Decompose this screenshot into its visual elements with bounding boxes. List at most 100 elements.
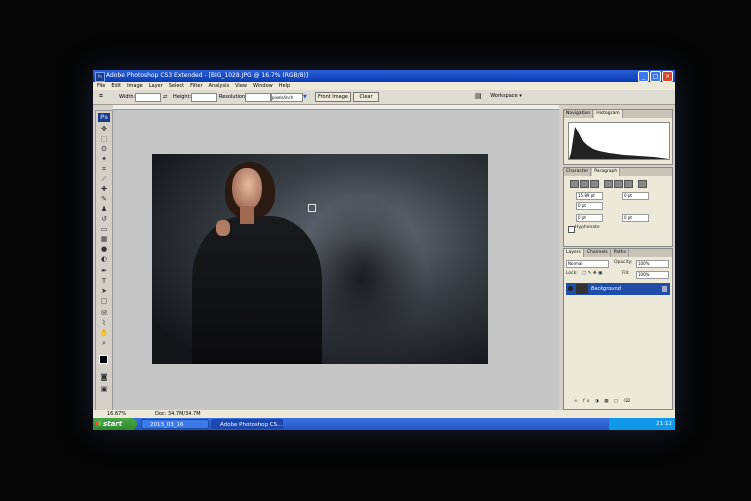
space-after-field[interactable]: 0 pt bbox=[622, 214, 649, 222]
menu-select[interactable]: Select bbox=[169, 82, 184, 90]
chevron-down-icon[interactable]: ▼ bbox=[303, 94, 307, 100]
front-image-button[interactable]: Front Image bbox=[315, 92, 351, 102]
lock-label: Lock: bbox=[566, 271, 578, 276]
menu-file[interactable]: File bbox=[97, 82, 105, 90]
histogram-chart bbox=[568, 122, 670, 160]
crosshair-cursor-icon bbox=[308, 204, 316, 212]
align-left-icon[interactable] bbox=[570, 180, 579, 188]
eye-icon[interactable] bbox=[568, 286, 573, 291]
pen-icon[interactable]: ✒ bbox=[99, 267, 109, 276]
lasso-icon[interactable]: ʘ bbox=[99, 145, 109, 154]
resolution-input[interactable] bbox=[245, 93, 271, 102]
height-input[interactable] bbox=[191, 93, 217, 102]
first-line-indent-field[interactable]: 0 pt bbox=[576, 202, 603, 210]
top-ruler bbox=[113, 105, 559, 110]
zoom-icon[interactable]: ⌕ bbox=[99, 339, 109, 348]
justify-left-icon[interactable] bbox=[604, 180, 613, 188]
justify-all-icon[interactable] bbox=[638, 180, 647, 188]
maximize-button[interactable]: □ bbox=[650, 71, 661, 82]
photo-figure-neck bbox=[240, 206, 254, 224]
document-image[interactable] bbox=[152, 154, 488, 364]
crop-tool-icon[interactable]: ⌗ bbox=[99, 92, 103, 101]
menu-window[interactable]: Window bbox=[253, 82, 273, 90]
workspace-button[interactable]: Workspace ▾ bbox=[489, 92, 523, 100]
photo-figure-face bbox=[232, 168, 262, 210]
lock-icons[interactable]: ▢ ✎ ✥ ▣ bbox=[582, 271, 602, 276]
quick-mask-icon[interactable]: ◙ bbox=[99, 373, 109, 382]
menu-layer[interactable]: Layer bbox=[149, 82, 163, 90]
opacity-label: Opacity: bbox=[614, 260, 633, 265]
healing-icon[interactable]: ✚ bbox=[99, 185, 109, 194]
tab-histogram[interactable]: Histogram bbox=[594, 110, 623, 118]
window-title: Adobe Photoshop CS3 Extended - [BIG_1028… bbox=[106, 72, 309, 79]
stamp-icon[interactable]: ♟ bbox=[99, 205, 109, 214]
menu-analysis[interactable]: Analysis bbox=[209, 82, 230, 90]
swap-icon[interactable]: ⇄ bbox=[163, 94, 167, 100]
eraser-icon[interactable]: ▭ bbox=[99, 225, 109, 234]
slice-icon[interactable]: ⟋ bbox=[99, 175, 109, 184]
menu-image[interactable]: Image bbox=[127, 82, 143, 90]
layer-row[interactable]: Background bbox=[566, 283, 670, 295]
move-icon[interactable]: ✥ bbox=[99, 125, 109, 134]
menu-help[interactable]: Help bbox=[279, 82, 290, 90]
gradient-icon[interactable]: ▦ bbox=[99, 235, 109, 244]
photo-figure-body bbox=[192, 216, 322, 364]
path-select-icon[interactable]: ➤ bbox=[99, 287, 109, 296]
type-icon[interactable]: T bbox=[99, 277, 109, 286]
histogram-panel: Navigation Histogram bbox=[563, 109, 673, 165]
notes-icon[interactable]: ✉ bbox=[99, 309, 109, 318]
taskbar-item-folder[interactable]: 2013_03_16 bbox=[141, 419, 209, 429]
menu-filter[interactable]: Filter bbox=[190, 82, 202, 90]
blend-mode-select[interactable]: Normal bbox=[566, 260, 609, 268]
start-button[interactable]: start bbox=[93, 418, 137, 430]
minimize-button[interactable]: _ bbox=[638, 71, 649, 82]
magic-wand-icon[interactable]: ✦ bbox=[99, 155, 109, 164]
menu-bar: File Edit Image Layer Select Filter Anal… bbox=[93, 82, 675, 90]
status-bar: 16.67% Doc: 34.7M/34.7M bbox=[93, 410, 675, 418]
dodge-icon[interactable]: ◐ bbox=[99, 255, 109, 264]
history-brush-icon[interactable]: ↺ bbox=[99, 215, 109, 224]
hyphenate-checkbox[interactable] bbox=[568, 226, 575, 233]
brush-icon[interactable]: ✎ bbox=[99, 195, 109, 204]
clock[interactable]: 21:12 bbox=[656, 421, 672, 427]
palette-well-icon[interactable]: ▤ bbox=[475, 92, 482, 100]
paragraph-panel: Character Paragraph 15.89 pt 0 pt 0 pt 0… bbox=[563, 167, 673, 247]
opacity-field[interactable]: 100% bbox=[636, 260, 669, 268]
align-right-icon[interactable] bbox=[590, 180, 599, 188]
space-before-field[interactable]: 0 pt bbox=[576, 214, 603, 222]
tab-channels[interactable]: Channels bbox=[584, 249, 611, 257]
foreground-color-swatch[interactable] bbox=[99, 355, 108, 364]
zoom-level[interactable]: 16.67% bbox=[107, 410, 126, 418]
width-input[interactable] bbox=[135, 93, 161, 102]
tab-paragraph[interactable]: Paragraph bbox=[592, 168, 621, 176]
blur-icon[interactable]: ● bbox=[99, 245, 109, 254]
tab-navigation[interactable]: Navigation bbox=[564, 110, 594, 118]
indent-left-field[interactable]: 15.89 pt bbox=[576, 192, 603, 200]
screen-mode-icon[interactable]: ▣ bbox=[99, 385, 109, 394]
tab-character[interactable]: Character bbox=[564, 168, 592, 176]
justify-center-icon[interactable] bbox=[614, 180, 623, 188]
tab-paths[interactable]: Paths bbox=[611, 249, 629, 257]
marquee-icon[interactable]: ⬚ bbox=[99, 135, 109, 144]
taskbar-item-photoshop[interactable]: Adobe Photoshop CS... bbox=[211, 419, 283, 429]
windows-flag-icon bbox=[96, 421, 101, 426]
title-bar: Ps Adobe Photoshop CS3 Extended - [BIG_1… bbox=[93, 70, 675, 82]
tab-layers[interactable]: Layers bbox=[564, 249, 584, 257]
monitor-screen: Ps Adobe Photoshop CS3 Extended - [BIG_1… bbox=[93, 70, 675, 430]
clear-button[interactable]: Clear bbox=[353, 92, 379, 102]
fill-label: Fill: bbox=[622, 271, 630, 276]
fill-field[interactable]: 100% bbox=[636, 271, 669, 279]
menu-edit[interactable]: Edit bbox=[111, 82, 121, 90]
resolution-unit-select[interactable]: pixels/inch bbox=[271, 93, 303, 102]
shape-icon[interactable]: ▢ bbox=[99, 297, 109, 306]
crop-icon[interactable]: ⌗ bbox=[99, 165, 109, 174]
align-center-icon[interactable] bbox=[580, 180, 589, 188]
indent-right-field[interactable]: 0 pt bbox=[622, 192, 649, 200]
close-button[interactable]: × bbox=[662, 71, 673, 82]
hand-icon[interactable]: ✋ bbox=[99, 329, 109, 338]
menu-view[interactable]: View bbox=[235, 82, 247, 90]
justify-right-icon[interactable] bbox=[624, 180, 633, 188]
eyedropper-icon[interactable]: ⌇ bbox=[99, 319, 109, 328]
height-label: Height: bbox=[173, 94, 192, 100]
layer-actions-icons[interactable]: ∞ fx ◑ ▦ ▢ ⌫ bbox=[574, 399, 632, 404]
